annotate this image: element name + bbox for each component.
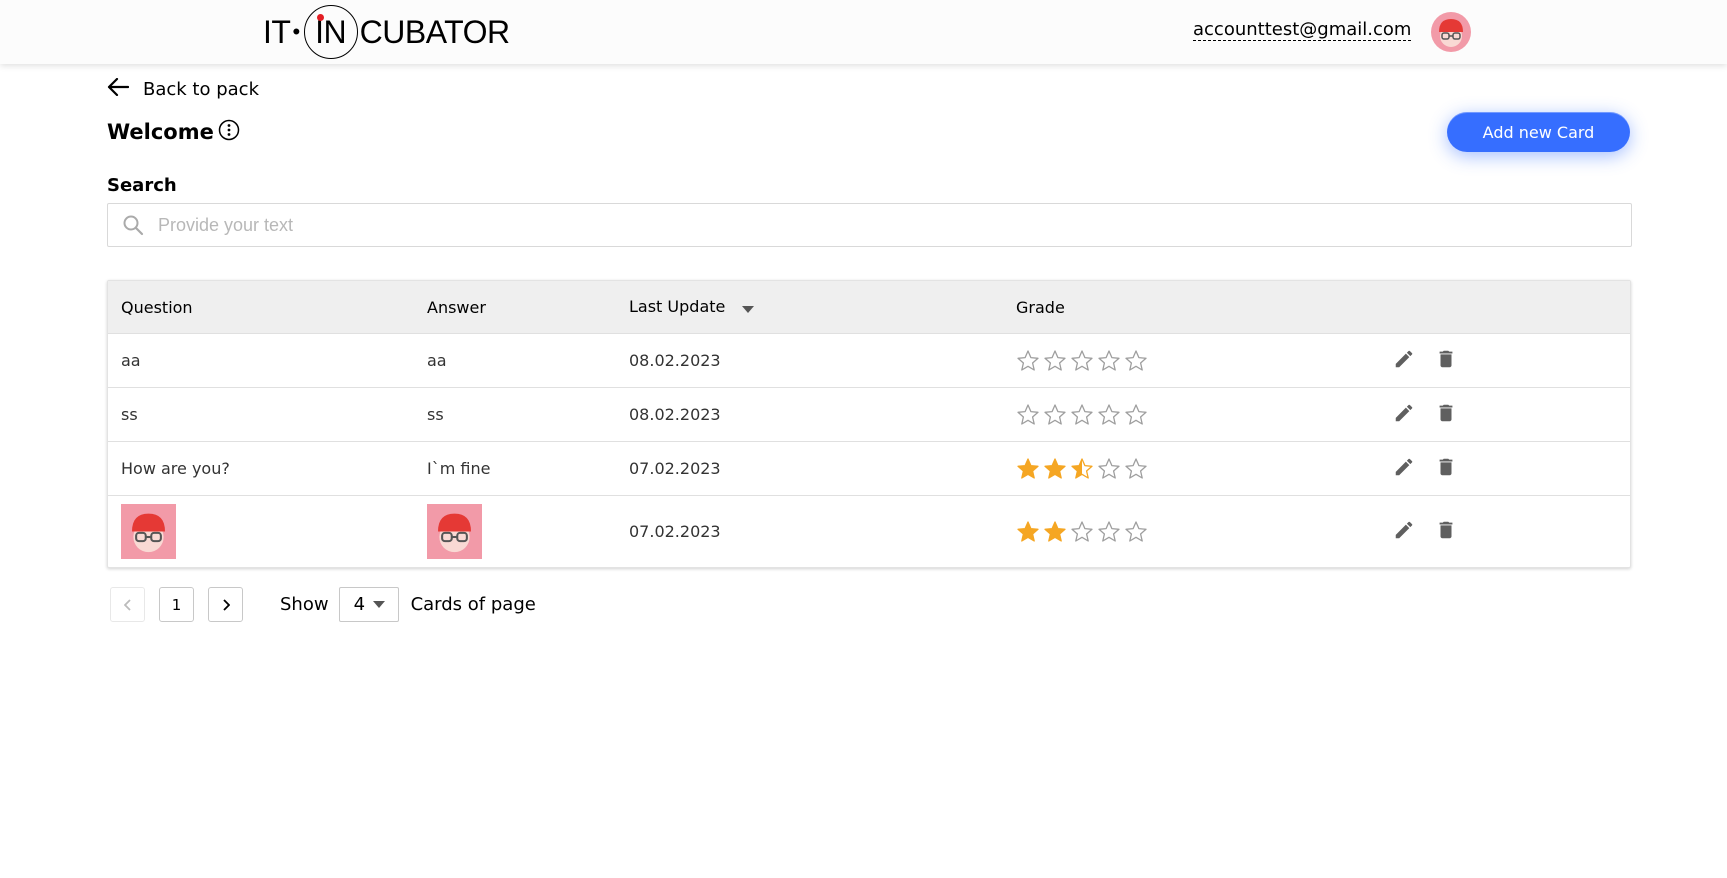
- answer-cell: I`m fine: [427, 459, 491, 478]
- app-header: IT • IN CUBATOR accounttest@gmail.com: [0, 0, 1727, 64]
- search-label: Search: [107, 175, 177, 196]
- chevron-left-icon: [123, 598, 131, 611]
- trash-icon[interactable]: [1435, 456, 1457, 482]
- star-empty-icon[interactable]: [1070, 520, 1094, 544]
- pack-title-row: Welcome: [107, 118, 240, 146]
- question-cell: How are you?: [121, 459, 230, 478]
- col-last-update-label: Last Update: [629, 297, 726, 316]
- trash-icon[interactable]: [1435, 402, 1457, 428]
- star-filled-icon[interactable]: [1070, 457, 1094, 481]
- star-empty-icon[interactable]: [1124, 349, 1148, 373]
- star-filled-icon[interactable]: [1016, 520, 1040, 544]
- star-empty-icon[interactable]: [1043, 349, 1067, 373]
- star-filled-icon[interactable]: [1043, 457, 1067, 481]
- page-1-button[interactable]: 1: [159, 587, 194, 622]
- logo-text-right: CUBATOR: [359, 13, 511, 50]
- trash-icon[interactable]: [1435, 348, 1457, 374]
- user-email[interactable]: accounttest@gmail.com: [1193, 20, 1412, 41]
- star-empty-icon[interactable]: [1097, 403, 1121, 427]
- col-question[interactable]: Question: [121, 298, 193, 317]
- edit-icon[interactable]: [1393, 348, 1415, 374]
- table-row: aa aa 08.02.2023: [108, 334, 1630, 388]
- answer-image: [427, 504, 482, 559]
- star-empty-icon[interactable]: [1124, 403, 1148, 427]
- page-title: Welcome: [107, 120, 214, 144]
- logo-red-dot: [316, 14, 324, 21]
- table-header: Question Answer Last Update Grade: [108, 281, 1630, 334]
- logo-circle: IN: [303, 5, 358, 59]
- info-icon[interactable]: [218, 119, 240, 145]
- date-cell: 07.02.2023: [629, 459, 721, 478]
- search-field[interactable]: [107, 203, 1632, 247]
- back-to-pack-link[interactable]: Back to pack: [107, 76, 259, 102]
- pagination: 1 Show 4 Cards of page: [110, 587, 536, 622]
- grade-stars: [1016, 457, 1148, 481]
- col-answer[interactable]: Answer: [427, 298, 486, 317]
- date-cell: 08.02.2023: [629, 351, 721, 370]
- star-empty-icon[interactable]: [1016, 403, 1040, 427]
- row-actions: [1393, 402, 1457, 428]
- chevron-right-icon: [222, 598, 230, 611]
- chevron-down-icon: [373, 601, 386, 608]
- prev-page-button[interactable]: [110, 587, 145, 622]
- table-row: ss ss 08.02.2023: [108, 388, 1630, 442]
- search-input[interactable]: [158, 214, 1558, 236]
- logo-text-left: IT: [263, 13, 291, 50]
- star-empty-icon[interactable]: [1124, 457, 1148, 481]
- star-empty-icon[interactable]: [1070, 349, 1094, 373]
- edit-icon[interactable]: [1393, 456, 1415, 482]
- star-empty-icon[interactable]: [1124, 520, 1148, 544]
- row-actions: [1393, 519, 1457, 545]
- question-cell: aa: [121, 351, 141, 370]
- logo[interactable]: IT • IN CUBATOR: [263, 5, 510, 59]
- cards-table: Question Answer Last Update Grade aa aa …: [107, 280, 1631, 568]
- question-image: [121, 504, 176, 559]
- star-empty-icon[interactable]: [1070, 403, 1094, 427]
- date-cell: 08.02.2023: [629, 405, 721, 424]
- star-empty-icon[interactable]: [1097, 520, 1121, 544]
- star-filled-icon[interactable]: [1016, 457, 1040, 481]
- row-actions: [1393, 348, 1457, 374]
- page-size-select[interactable]: 4: [338, 587, 399, 622]
- grade-stars: [1016, 520, 1148, 544]
- table-row: How are you? I`m fine 07.02.2023: [108, 442, 1630, 496]
- back-label: Back to pack: [143, 78, 259, 100]
- search-icon: [108, 214, 158, 236]
- col-last-update[interactable]: Last Update: [629, 297, 755, 317]
- star-filled-icon[interactable]: [1043, 520, 1067, 544]
- page-size-value: 4: [353, 594, 366, 615]
- grade-stars: [1016, 403, 1148, 427]
- sort-down-icon[interactable]: [742, 298, 755, 317]
- date-cell: 07.02.2023: [629, 522, 721, 541]
- row-actions: [1393, 456, 1457, 482]
- answer-cell: aa: [427, 351, 447, 370]
- answer-cell: ss: [427, 405, 444, 424]
- trash-icon[interactable]: [1435, 519, 1457, 545]
- edit-icon[interactable]: [1393, 519, 1415, 545]
- show-label: Show: [280, 594, 329, 615]
- arrow-left-icon: [107, 77, 130, 101]
- grade-stars: [1016, 349, 1148, 373]
- star-empty-icon[interactable]: [1016, 349, 1040, 373]
- star-empty-icon[interactable]: [1097, 457, 1121, 481]
- star-empty-icon[interactable]: [1097, 349, 1121, 373]
- avatar-icon[interactable]: [1431, 12, 1471, 52]
- cards-of-page-label: Cards of page: [410, 594, 536, 615]
- table-row: 07.02.2023: [108, 496, 1630, 567]
- col-grade[interactable]: Grade: [1016, 298, 1065, 317]
- next-page-button[interactable]: [208, 587, 243, 622]
- edit-icon[interactable]: [1393, 402, 1415, 428]
- star-empty-icon[interactable]: [1043, 403, 1067, 427]
- add-new-card-button[interactable]: Add new Card: [1447, 112, 1630, 152]
- question-cell: ss: [121, 405, 138, 424]
- logo-dot: •: [292, 19, 300, 44]
